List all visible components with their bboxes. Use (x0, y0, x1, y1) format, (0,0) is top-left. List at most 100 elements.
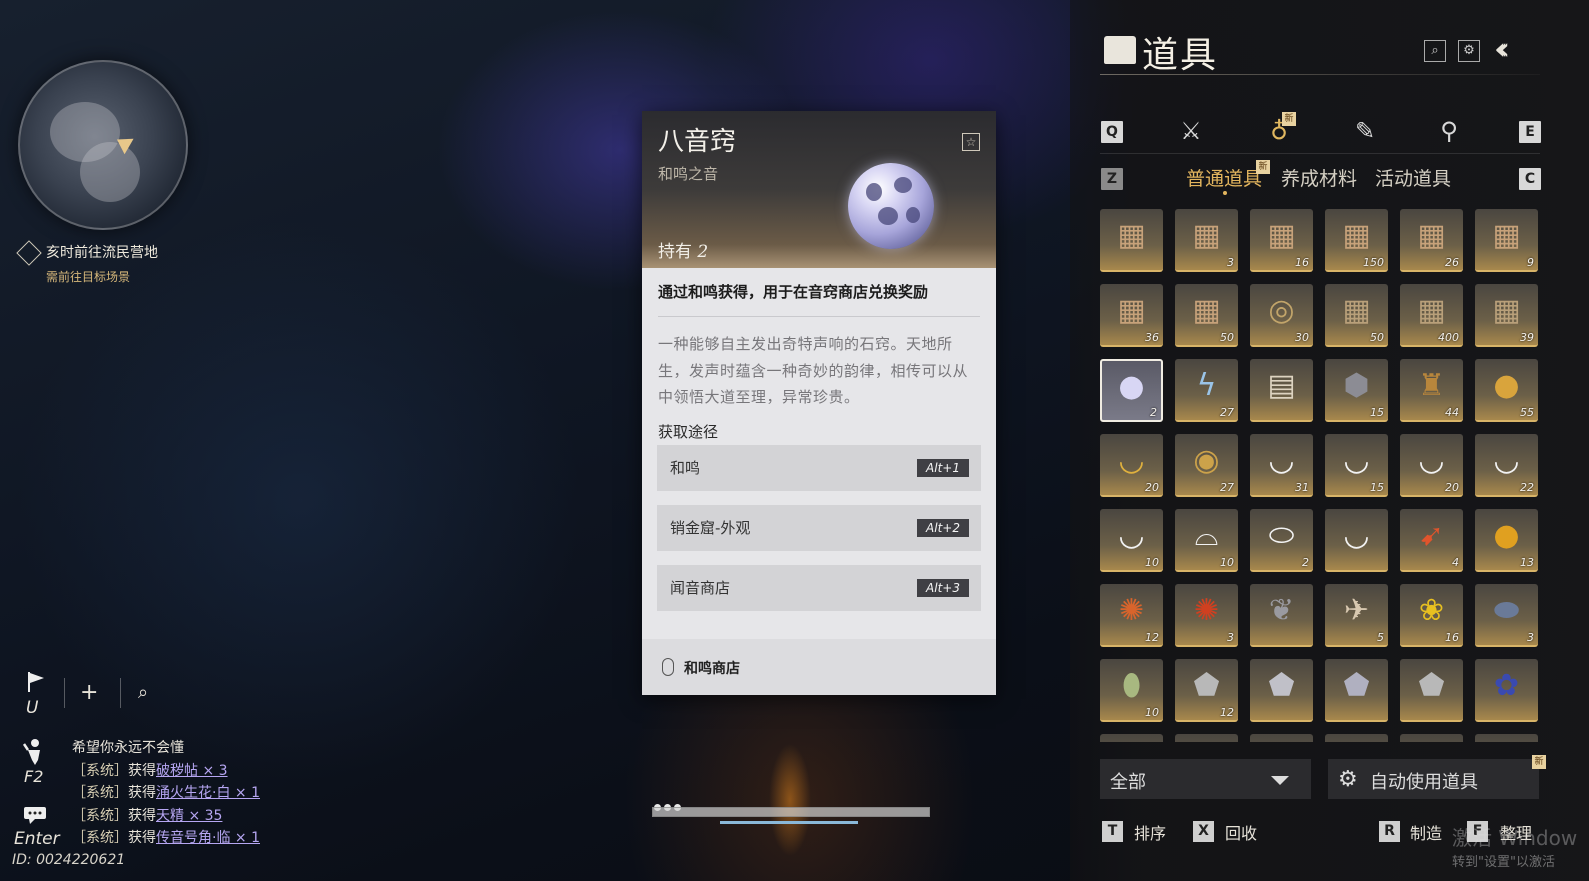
item-slot[interactable]: ▦ 26 (1400, 209, 1463, 272)
chat-text: 获得 (128, 830, 156, 846)
item-slot[interactable]: ◡ 22 (1475, 434, 1538, 497)
flag-icon[interactable] (24, 670, 48, 694)
craft-key[interactable]: R (1379, 821, 1400, 842)
item-slot[interactable]: ▦ (1100, 209, 1163, 272)
favorite-star-icon[interactable]: ☆ (962, 133, 980, 151)
item-slot[interactable]: ▦ 36 (1100, 284, 1163, 347)
location-pin-icon[interactable]: ⚲ (1434, 116, 1464, 146)
map-search-icon[interactable]: ⌕ (138, 682, 148, 703)
system-tag: ［系统］ (72, 785, 128, 801)
gear-icon[interactable]: ⚙ (1458, 40, 1480, 62)
add-marker-icon[interactable]: + (80, 680, 98, 705)
item-slot[interactable] (1175, 734, 1238, 742)
prev-category-key[interactable]: Q (1101, 121, 1123, 143)
item-slot[interactable]: ❦ (1250, 584, 1313, 647)
crossed-swords-icon[interactable]: ⚔ (1176, 116, 1206, 146)
item-slot[interactable]: ⬭ 2 (1250, 509, 1313, 572)
item-slot[interactable]: ♜ 44 (1400, 359, 1463, 422)
bowl-icon: ◡ (1493, 442, 1520, 478)
item-slot[interactable]: ▦ 400 (1400, 284, 1463, 347)
item-slot[interactable]: ⬮ 10 (1100, 659, 1163, 722)
item-slot[interactable] (1250, 734, 1313, 742)
item-slot[interactable]: ◡ 15 (1325, 434, 1388, 497)
item-slot[interactable]: ▦ 16 (1250, 209, 1313, 272)
tab-event-items[interactable]: 活动道具 (1375, 164, 1451, 191)
item-slot[interactable]: ● 2 (1100, 359, 1163, 422)
token-icon: ⬢ (1343, 367, 1370, 403)
item-slot[interactable] (1325, 734, 1388, 742)
emote-icon[interactable] (22, 738, 46, 766)
item-slot[interactable]: ◎ 30 (1250, 284, 1313, 347)
shrimp-icon: ✺ (1118, 592, 1145, 628)
item-slot[interactable]: ⌓ 10 (1175, 509, 1238, 572)
item-slot[interactable]: ◡ 10 (1100, 509, 1163, 572)
item-slot[interactable]: ● 55 (1475, 359, 1538, 422)
item-slot[interactable]: ⬢ 15 (1325, 359, 1388, 422)
item-slot[interactable]: ◡ 31 (1250, 434, 1313, 497)
source-row[interactable]: 闻音商店 Alt+3 (657, 565, 981, 611)
craft-button[interactable]: 制造 (1410, 820, 1442, 844)
filter-dropdown[interactable]: 全部 (1100, 759, 1311, 799)
item-slot[interactable]: ✿ (1475, 659, 1538, 722)
bag-icon (1104, 36, 1136, 64)
item-link[interactable]: 涌火生花·白 × 1 (156, 785, 260, 801)
item-slot[interactable]: ➹ 4 (1400, 509, 1463, 572)
item-slot[interactable]: ⬟ (1325, 659, 1388, 722)
tab-normal-items[interactable]: 普通道具 (1186, 164, 1262, 191)
tab-materials[interactable]: 养成材料 (1281, 164, 1357, 191)
chest-icon: ▦ (1192, 292, 1221, 328)
search-icon[interactable]: ⌕ (1424, 40, 1446, 62)
owned-label: 持有 (658, 242, 692, 262)
scroll-icon[interactable]: ✎ (1350, 116, 1380, 146)
item-slot[interactable]: ⬟ 12 (1175, 659, 1238, 722)
sort-button[interactable]: 排序 (1134, 820, 1166, 844)
item-slot[interactable]: ϟ 27 (1175, 359, 1238, 422)
item-link[interactable]: 传音号角·临 × 1 (156, 830, 260, 846)
source-label: 销金窟-外观 (670, 519, 751, 537)
item-slot[interactable]: ▦ 3 (1175, 209, 1238, 272)
quest-title[interactable]: 亥时前往流民营地 (46, 242, 158, 262)
item-slot[interactable]: ● 13 (1475, 509, 1538, 572)
item-usage: 通过和鸣获得，用于在音窍商店兑换奖励 (658, 283, 929, 301)
auto-use-button[interactable]: ⚙ 自动使用道具 (1328, 759, 1539, 799)
item-slot[interactable]: ▤ (1250, 359, 1313, 422)
item-slot[interactable]: ◡ 20 (1400, 434, 1463, 497)
item-link[interactable]: 天精 × 35 (156, 808, 222, 824)
item-slot[interactable]: ▦ 50 (1325, 284, 1388, 347)
item-slot[interactable]: ⬟ (1400, 659, 1463, 722)
item-slot[interactable]: ◡ 20 (1100, 434, 1163, 497)
panel-title: 道具 (1142, 35, 1219, 76)
source-row[interactable]: 和鸣 Alt+1 (657, 445, 981, 491)
item-slot[interactable] (1100, 734, 1163, 742)
item-slot[interactable]: ▦ 50 (1175, 284, 1238, 347)
item-slot[interactable]: ◡ (1325, 509, 1388, 572)
sort-key[interactable]: T (1102, 821, 1123, 842)
back-arrow-icon[interactable]: ‹‹‹ (1494, 32, 1510, 67)
recycle-button[interactable]: 回收 (1225, 820, 1257, 844)
orb-icon (848, 163, 934, 249)
item-link[interactable]: 破秽帖 × 3 (156, 763, 228, 779)
chat-log[interactable]: 希望你永远不会懂 ［系统］获得破秽帖 × 3 ［系统］获得涌火生花·白 × 1 … (72, 737, 260, 850)
item-slot[interactable]: ◉ 27 (1175, 434, 1238, 497)
minimap[interactable] (18, 60, 188, 230)
recycle-key[interactable]: X (1193, 821, 1214, 842)
chat-icon[interactable] (23, 806, 47, 824)
next-tab-key[interactable]: C (1519, 168, 1541, 190)
item-slot[interactable]: ▦ 9 (1475, 209, 1538, 272)
item-slot[interactable]: ❀ 16 (1400, 584, 1463, 647)
item-count: 44 (1445, 406, 1459, 419)
item-slot[interactable] (1475, 734, 1538, 742)
item-slot[interactable]: ⬬ 3 (1475, 584, 1538, 647)
item-slot[interactable]: ✺ 12 (1100, 584, 1163, 647)
item-slot[interactable] (1400, 734, 1463, 742)
item-tooltip: 八音窍 和鸣之音 ☆ 持有 2 通过和鸣获得，用于在音窍商店兑换奖励 一种能够自… (642, 111, 996, 695)
item-slot[interactable]: ✺ 3 (1175, 584, 1238, 647)
item-slot[interactable]: ▦ 150 (1325, 209, 1388, 272)
next-category-key[interactable]: E (1519, 121, 1541, 143)
item-slot[interactable]: ▦ 39 (1475, 284, 1538, 347)
shop-link[interactable]: 和鸣商店 (684, 658, 740, 678)
item-slot[interactable]: ⬟ (1250, 659, 1313, 722)
prev-tab-key[interactable]: Z (1101, 168, 1123, 190)
source-row[interactable]: 销金窟-外观 Alt+2 (657, 505, 981, 551)
item-slot[interactable]: ✈ 5 (1325, 584, 1388, 647)
